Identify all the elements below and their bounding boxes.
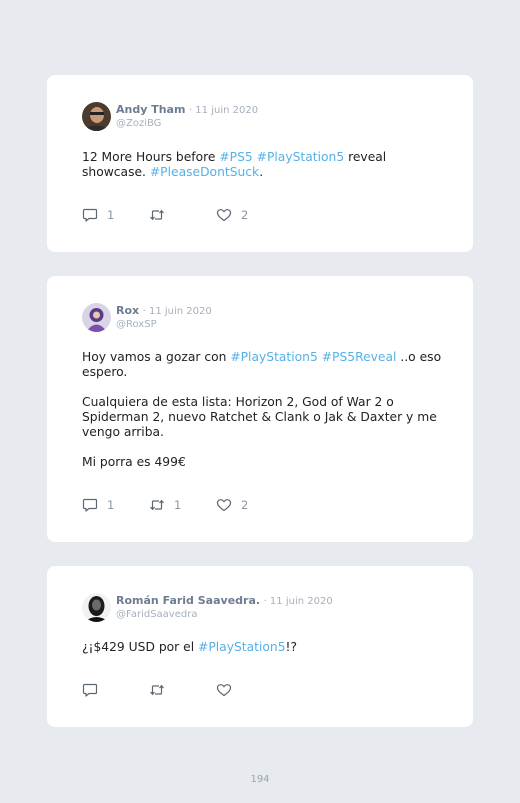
tweet-text-segment: Hoy vamos a gozar con — [82, 350, 231, 364]
hashtag-link[interactable]: #PS5 — [219, 150, 252, 164]
heart-icon — [216, 497, 232, 513]
reply-button[interactable]: 1 — [82, 207, 149, 223]
author-name[interactable]: Rox — [116, 304, 139, 317]
author-handle[interactable]: @FaridSaavedra — [116, 608, 333, 621]
heart-icon — [216, 207, 232, 223]
author-handle[interactable]: @ZoziBG — [116, 117, 258, 130]
reply-button[interactable]: 1 — [82, 497, 149, 513]
reply-icon — [82, 497, 98, 513]
author-name[interactable]: Román Farid Saavedra. — [116, 594, 260, 607]
tweet-paragraph: 12 More Hours before #PS5 #PlayStation5 … — [82, 150, 447, 180]
hashtag-link[interactable]: #PS5Reveal — [322, 350, 397, 364]
tweet-actions — [82, 682, 283, 698]
tweet-card: Rox · 11 juin 2020 @RoxSP Hoy vamos a go… — [47, 276, 473, 542]
tweet-paragraph: Hoy vamos a gozar con #PlayStation5 #PS5… — [82, 350, 447, 380]
retweet-count: 1 — [174, 498, 182, 512]
author-name[interactable]: Andy Tham — [116, 103, 185, 116]
author-handle[interactable]: @RoxSP — [116, 318, 212, 331]
like-button[interactable] — [216, 682, 283, 698]
retweet-icon — [149, 682, 165, 698]
tweet-card: Andy Tham · 11 juin 2020 @ZoziBG 12 More… — [47, 75, 473, 252]
tweet-text-segment: !? — [285, 640, 297, 654]
tweet-text-segment: ¿¡$429 USD por el — [82, 640, 199, 654]
reply-count: 1 — [107, 498, 115, 512]
reply-count: 1 — [107, 208, 115, 222]
like-button[interactable]: 2 — [216, 497, 283, 513]
tweet-date[interactable]: · 11 juin 2020 — [143, 306, 212, 317]
tweet-text: Hoy vamos a gozar con #PlayStation5 #PS5… — [82, 350, 447, 470]
retweet-button[interactable] — [149, 207, 216, 223]
hashtag-link[interactable]: #PlayStation5 — [230, 350, 318, 364]
tweet-text-segment: 12 More Hours before — [82, 150, 220, 164]
tweet-header: Román Farid Saavedra. · 11 juin 2020 @Fa… — [82, 593, 333, 622]
tweet-text-segment: Cualquiera de esta lista: Horizon 2, God… — [82, 395, 437, 439]
tweet-header: Andy Tham · 11 juin 2020 @ZoziBG — [82, 102, 258, 131]
tweet-paragraph: Mi porra es 499€ — [82, 455, 447, 470]
page-number: 194 — [250, 774, 270, 785]
tweet-card: Román Farid Saavedra. · 11 juin 2020 @Fa… — [47, 566, 473, 727]
tweet-text-segment: Mi porra es 499€ — [82, 455, 186, 469]
reply-button[interactable] — [82, 682, 149, 698]
hashtag-link[interactable]: #PlayStation5 — [198, 640, 286, 654]
tweet-text-segment: . — [259, 165, 264, 179]
tweet-text: ¿¡$429 USD por el #PlayStation5!? — [82, 640, 447, 655]
tweet-paragraph: Cualquiera de esta lista: Horizon 2, God… — [82, 395, 447, 440]
like-count: 2 — [241, 498, 249, 512]
tweet-header: Rox · 11 juin 2020 @RoxSP — [82, 303, 212, 332]
avatar[interactable] — [82, 102, 111, 131]
tweet-text: 12 More Hours before #PS5 #PlayStation5 … — [82, 150, 447, 180]
retweet-icon — [149, 207, 165, 223]
tweet-date[interactable]: · 11 juin 2020 — [189, 105, 258, 116]
hashtag-link[interactable]: #PleaseDontSuck — [150, 165, 259, 179]
retweet-icon — [149, 497, 165, 513]
avatar[interactable] — [82, 303, 111, 332]
tweet-date[interactable]: · 11 juin 2020 — [264, 596, 333, 607]
heart-icon — [216, 682, 232, 698]
avatar[interactable] — [82, 593, 111, 622]
retweet-button[interactable]: 1 — [149, 497, 216, 513]
like-count: 2 — [241, 208, 249, 222]
like-button[interactable]: 2 — [216, 207, 283, 223]
tweet-actions: 1 1 2 — [82, 497, 283, 513]
tweet-actions: 1 2 — [82, 207, 283, 223]
reply-icon — [82, 682, 98, 698]
hashtag-link[interactable]: #PlayStation5 — [257, 150, 345, 164]
reply-icon — [82, 207, 98, 223]
tweet-paragraph: ¿¡$429 USD por el #PlayStation5!? — [82, 640, 447, 655]
retweet-button[interactable] — [149, 682, 216, 698]
